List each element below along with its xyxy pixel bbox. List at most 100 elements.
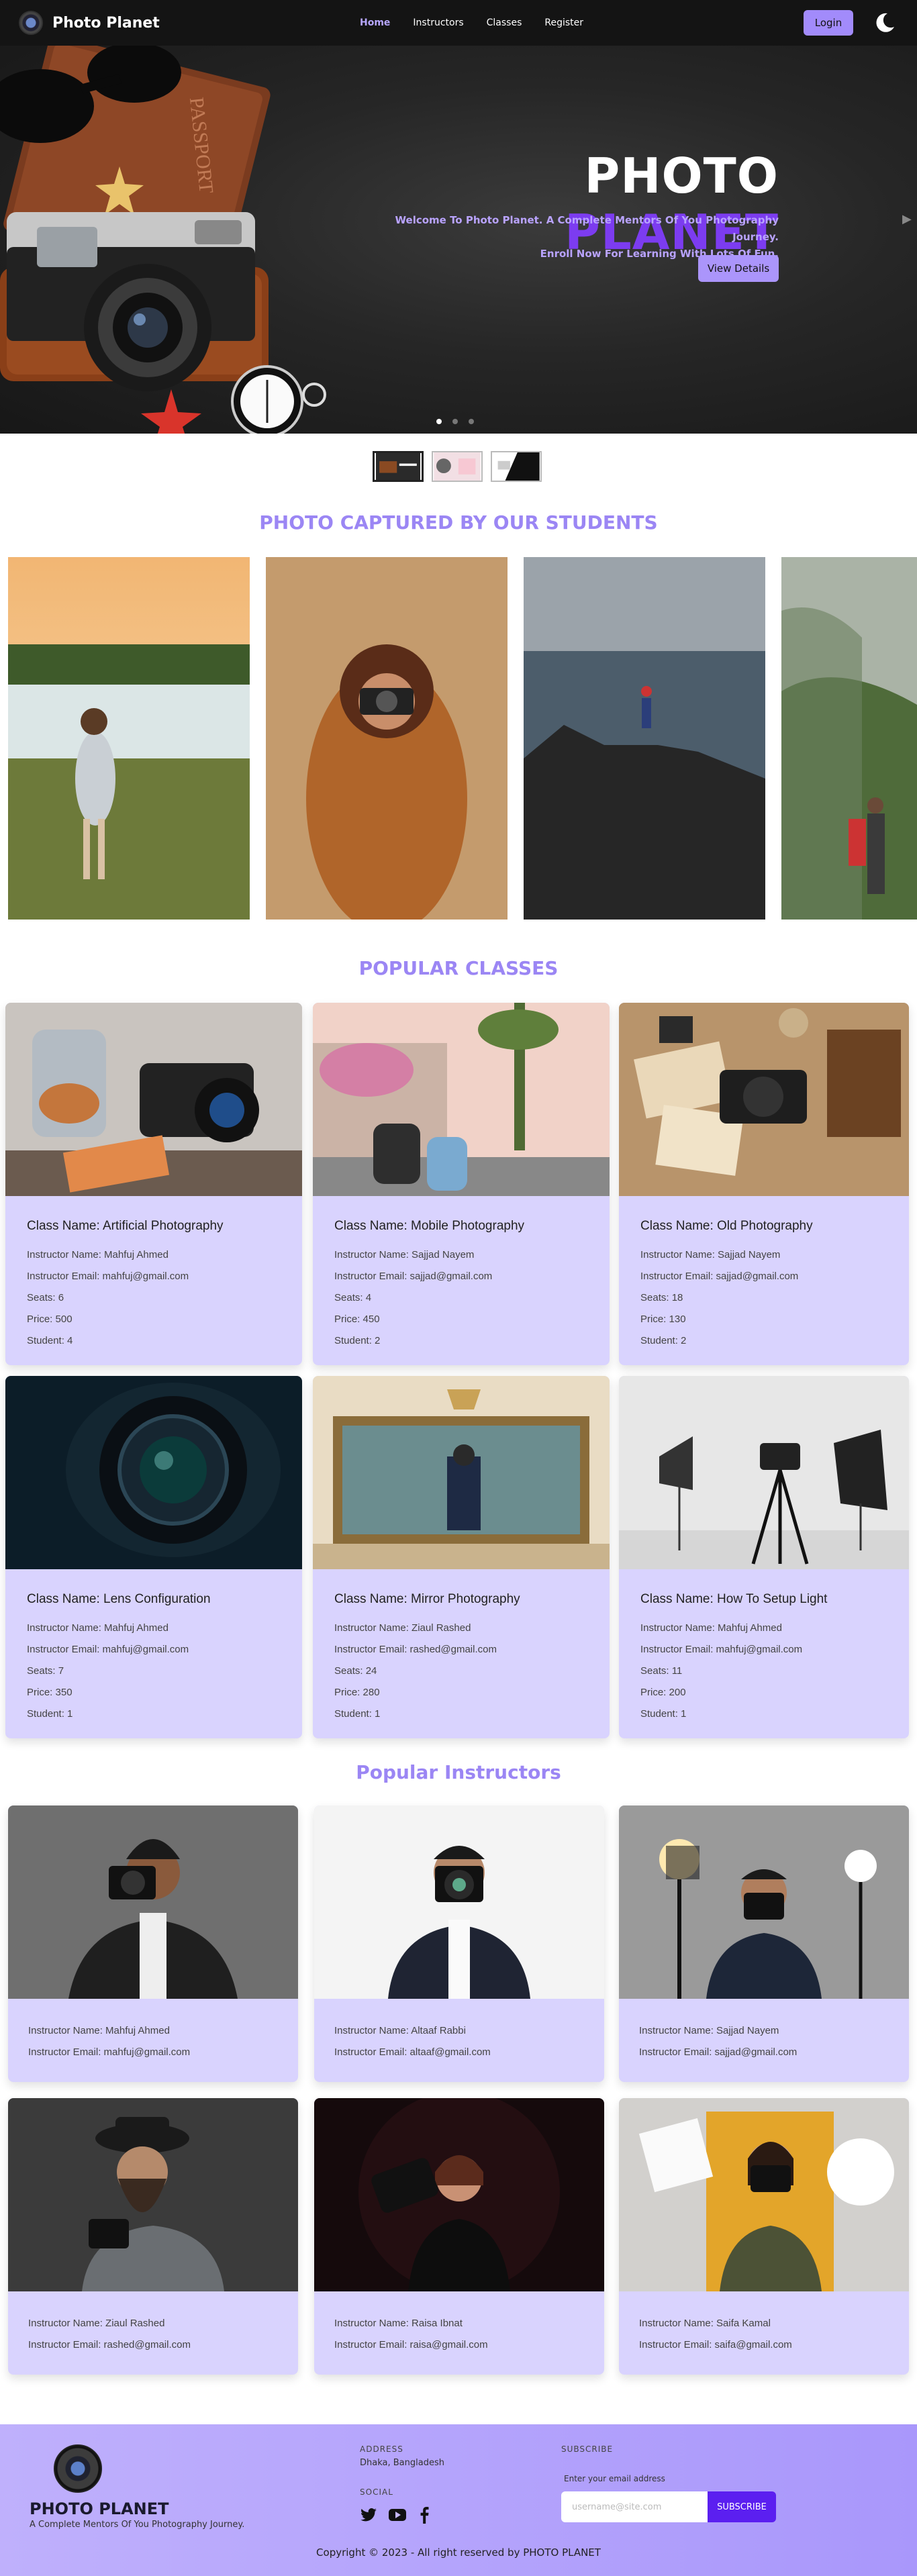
- class-card[interactable]: Class Name: Mirror Photography Instructo…: [313, 1376, 610, 1738]
- class-seats: Seats: 6: [27, 1292, 64, 1303]
- class-instructor-name: Instructor Name: Ziaul Rashed: [334, 1622, 471, 1634]
- class-students: Student: 1: [27, 1708, 73, 1720]
- student-photo-lake-sunset: [8, 557, 250, 920]
- class-name: Class Name: Lens Configuration: [27, 1592, 211, 1606]
- footer: PHOTO PLANET A Complete Mentors Of You P…: [0, 2424, 917, 2576]
- student-photo-rock-sea: [524, 557, 765, 920]
- hero-subtitle-line-1: Welcome To Photo Planet. A Complete Ment…: [395, 214, 779, 243]
- slide-thumbnails: [373, 451, 542, 482]
- footer-tagline: A Complete Mentors Of You Photography Jo…: [30, 2520, 245, 2530]
- instructor-name: Instructor Name: Saifa Kamal: [639, 2318, 771, 2329]
- nav-register-link[interactable]: Register: [544, 17, 583, 28]
- class-name: Class Name: Artificial Photography: [27, 1219, 224, 1233]
- class-instructor-email: Instructor Email: mahfuj@gmail.com: [27, 1644, 189, 1655]
- class-card-body: Class Name: Lens Configuration Instructo…: [5, 1569, 302, 1738]
- slider-dots: [436, 419, 474, 424]
- address-label: ADDRESS: [360, 2444, 403, 2454]
- facebook-icon[interactable]: [418, 2506, 431, 2524]
- class-price: Price: 200: [640, 1687, 686, 1698]
- class-price: Price: 130: [640, 1314, 686, 1325]
- class-image-old-photography: [619, 1003, 909, 1196]
- class-instructor-name: Instructor Name: Sajjad Nayem: [334, 1249, 475, 1260]
- class-card[interactable]: Class Name: Mobile Photography Instructo…: [313, 1003, 610, 1365]
- class-card[interactable]: Class Name: How To Setup Light Instructo…: [619, 1376, 909, 1738]
- instructor-card[interactable]: Instructor Name: Mahfuj Ahmed Instructor…: [8, 1805, 298, 2082]
- class-instructor-name: Instructor Name: Mahfuj Ahmed: [27, 1622, 168, 1634]
- email-label: Enter your email address: [564, 2474, 665, 2483]
- class-instructor-email: Instructor Email: mahfuj@gmail.com: [640, 1644, 803, 1655]
- nav-links: Home Instructors Classes Register: [360, 0, 583, 46]
- class-card[interactable]: Class Name: Old Photography Instructor N…: [619, 1003, 909, 1365]
- subscribe-button[interactable]: SUBSCRIBE: [708, 2491, 776, 2522]
- class-image-light-setup: [619, 1376, 909, 1569]
- brand-name: Photo Planet: [52, 14, 160, 32]
- class-card-body: Class Name: Mirror Photography Instructo…: [313, 1569, 610, 1738]
- class-instructor-name: Instructor Name: Sajjad Nayem: [640, 1249, 781, 1260]
- address-text: Dhaka, Bangladesh: [360, 2458, 444, 2468]
- instructor-card[interactable]: Instructor Name: Sajjad Nayem Instructor…: [619, 1805, 909, 2082]
- instructor-name: Instructor Name: Sajjad Nayem: [639, 2025, 779, 2036]
- copyright: Copyright © 2023 - All right reserved by…: [316, 2546, 601, 2559]
- class-instructor-email: Instructor Email: mahfuj@gmail.com: [27, 1271, 189, 1282]
- class-instructor-email: Instructor Email: sajjad@gmail.com: [334, 1271, 493, 1282]
- class-card[interactable]: Class Name: Lens Configuration Instructo…: [5, 1376, 302, 1738]
- instructor-email: Instructor Email: mahfuj@gmail.com: [28, 2046, 191, 2058]
- class-students: Student: 4: [27, 1335, 73, 1346]
- slider-dot[interactable]: [469, 419, 474, 424]
- instructor-card-body: Instructor Name: Ziaul Rashed Instructor…: [8, 2291, 298, 2375]
- view-details-button[interactable]: View Details: [698, 255, 779, 282]
- hero-title-primary: PHOTO: [584, 148, 779, 204]
- instructor-name: Instructor Name: Raisa Ibnat: [334, 2318, 463, 2329]
- slider-dot[interactable]: [436, 419, 442, 424]
- instructor-photo: [314, 1805, 604, 1999]
- twitter-icon[interactable]: [360, 2506, 377, 2524]
- instructor-photo: [314, 2098, 604, 2291]
- class-name: Class Name: Mirror Photography: [334, 1592, 520, 1606]
- slide-thumbnail[interactable]: [373, 451, 424, 482]
- page: Photo Planet Home Instructors Classes Re…: [0, 0, 917, 2576]
- instructor-photo: [619, 1805, 909, 1999]
- slide-thumbnail[interactable]: [491, 451, 542, 482]
- class-image-mobile: [313, 1003, 610, 1196]
- instructor-photo: [8, 2098, 298, 2291]
- instructor-photo: [619, 2098, 909, 2291]
- nav-home-link[interactable]: Home: [360, 17, 390, 28]
- class-price: Price: 350: [27, 1687, 73, 1698]
- next-slide-arrow-icon[interactable]: ▶: [902, 212, 912, 226]
- nav-instructors-link[interactable]: Instructors: [413, 17, 463, 28]
- subscribe-email-input[interactable]: [561, 2491, 708, 2522]
- instructor-email: Instructor Email: raisa@gmail.com: [334, 2339, 488, 2350]
- student-photo-woman-camera-grass: [266, 557, 508, 920]
- instructor-card-body: Instructor Name: Saifa Kamal Instructor …: [619, 2291, 909, 2375]
- class-name: Class Name: How To Setup Light: [640, 1592, 828, 1606]
- class-card-body: Class Name: Mobile Photography Instructo…: [313, 1196, 610, 1365]
- class-students: Student: 1: [334, 1708, 381, 1720]
- instructor-card[interactable]: Instructor Name: Ziaul Rashed Instructor…: [8, 2098, 298, 2375]
- instructor-email: Instructor Email: sajjad@gmail.com: [639, 2046, 798, 2058]
- subscribe-label: SUBSCRIBE: [561, 2444, 614, 2454]
- instructor-card-body: Instructor Name: Raisa Ibnat Instructor …: [314, 2291, 604, 2375]
- class-seats: Seats: 24: [334, 1665, 377, 1677]
- class-card-body: Class Name: Old Photography Instructor N…: [619, 1196, 909, 1365]
- instructor-card[interactable]: Instructor Name: Altaaf Rabbi Instructor…: [314, 1805, 604, 2082]
- class-card[interactable]: Class Name: Artificial Photography Instr…: [5, 1003, 302, 1365]
- slide-thumbnail[interactable]: [432, 451, 483, 482]
- login-button[interactable]: Login: [804, 10, 853, 36]
- students-heading: PHOTO CAPTURED BY OUR STUDENTS: [259, 511, 658, 534]
- instructor-card-body: Instructor Name: Mahfuj Ahmed Instructor…: [8, 1999, 298, 2082]
- instructor-card[interactable]: Instructor Name: Saifa Kamal Instructor …: [619, 2098, 909, 2375]
- class-price: Price: 450: [334, 1314, 380, 1325]
- navbar: Photo Planet Home Instructors Classes Re…: [0, 0, 917, 46]
- instructor-photo: [8, 1805, 298, 1999]
- brand[interactable]: Photo Planet: [19, 11, 160, 35]
- nav-classes-link[interactable]: Classes: [487, 17, 522, 28]
- student-photo-forest-hiker: [781, 557, 917, 920]
- class-instructor-name: Instructor Name: Mahfuj Ahmed: [640, 1622, 782, 1634]
- moon-icon[interactable]: [873, 11, 897, 35]
- class-instructor-email: Instructor Email: rashed@gmail.com: [334, 1644, 497, 1655]
- slider-dot[interactable]: [452, 419, 458, 424]
- instructor-email: Instructor Email: altaaf@gmail.com: [334, 2046, 491, 2058]
- youtube-icon[interactable]: [388, 2506, 407, 2524]
- class-name: Class Name: Mobile Photography: [334, 1219, 525, 1233]
- instructor-card[interactable]: Instructor Name: Raisa Ibnat Instructor …: [314, 2098, 604, 2375]
